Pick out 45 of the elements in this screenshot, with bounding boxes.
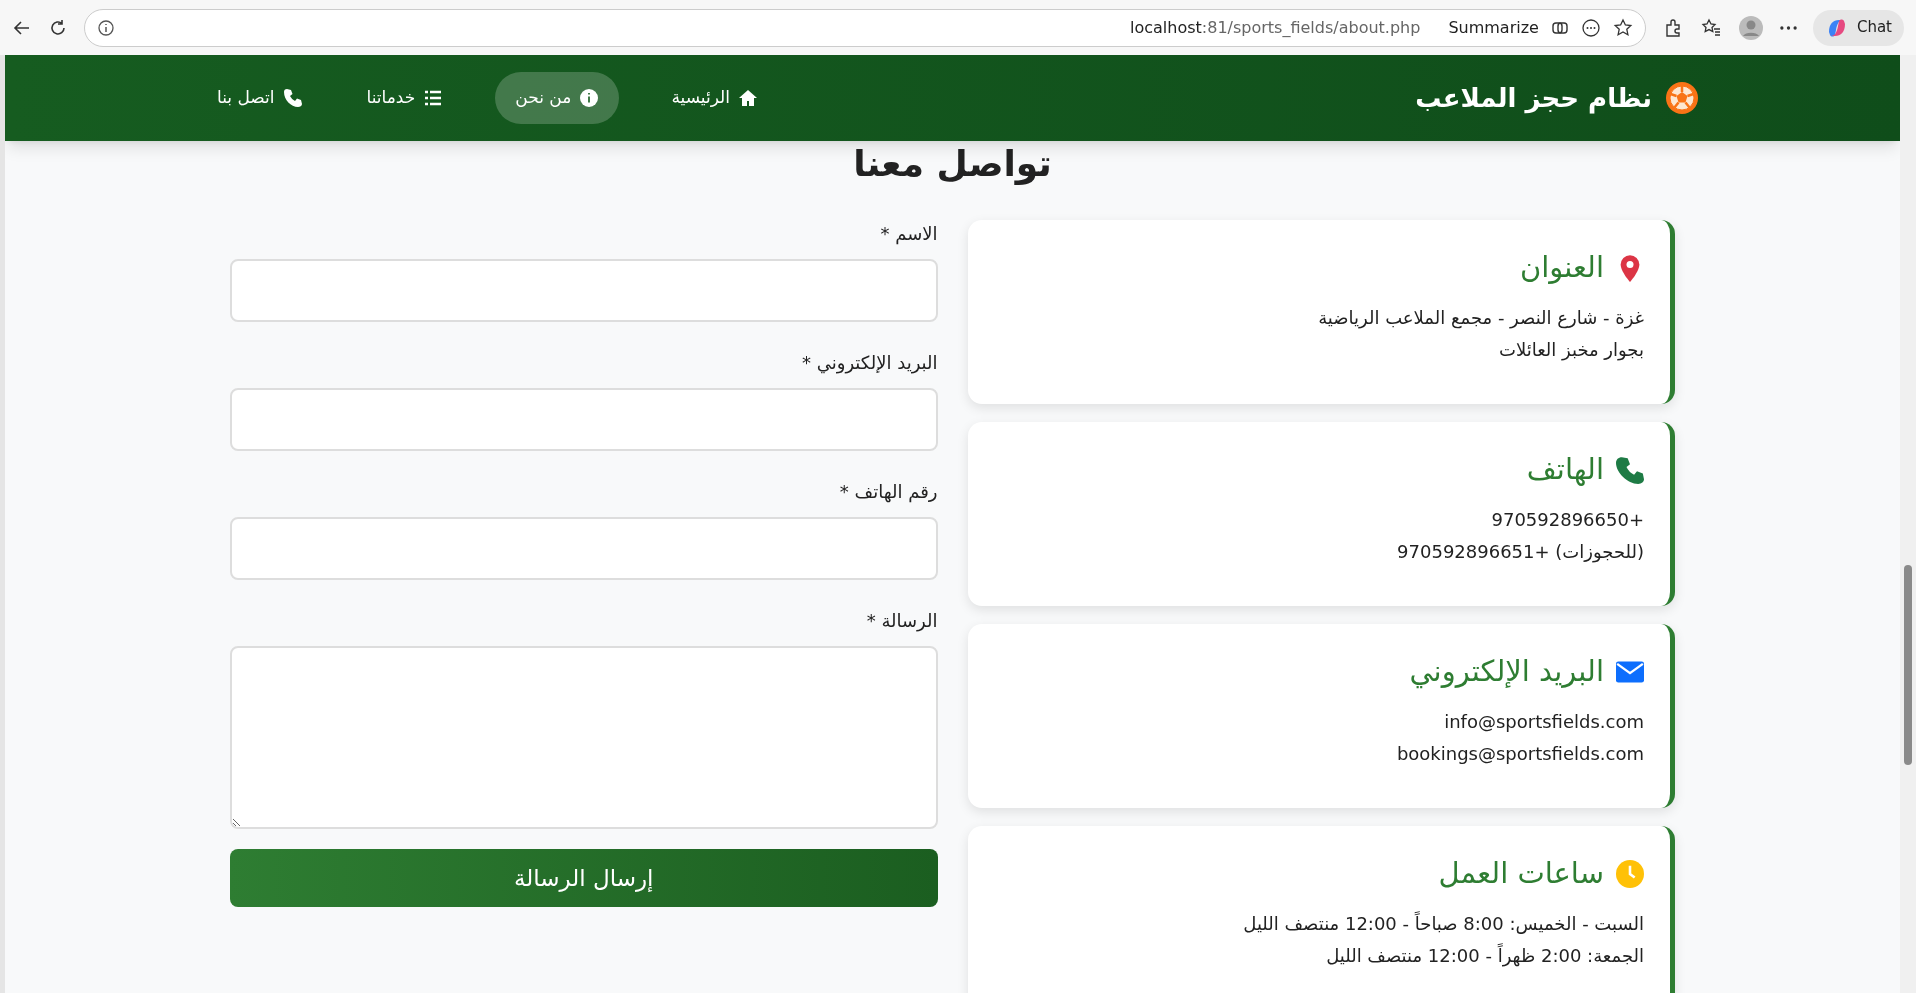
card-text: bookings@sportsfields.com (1396, 741, 1644, 766)
card-text: 970592896651+ (للحجوزات) (1397, 539, 1644, 565)
more-icon (1580, 17, 1601, 38)
reload-icon (48, 17, 68, 38)
scrollbar[interactable] (1900, 55, 1916, 993)
phone-icon (282, 88, 303, 108)
nav-link[interactable]: الرئيسية (659, 72, 770, 124)
url-text: localhost:81/sports_fields/about.php (1130, 16, 1421, 39)
phone-icon (1616, 455, 1644, 484)
nav-link[interactable]: اتصل بنا (205, 72, 315, 124)
input-field[interactable] (230, 388, 938, 451)
address-bar[interactable]: localhost:81/sports_fields/about.php Summarize (84, 8, 1646, 47)
card-text: غزة - شارع النصر - مجمع الملاعب الرياضية (1318, 305, 1644, 331)
list-icon (423, 88, 444, 108)
card-text: info@sportsfields.com (1444, 709, 1644, 734)
summarize-button[interactable]: Summarize (1448, 15, 1539, 40)
chat-button[interactable]: Chat (1812, 9, 1904, 46)
info-icon (97, 18, 115, 37)
input-field[interactable] (230, 517, 938, 580)
card-title: العنوان (1520, 249, 1604, 286)
nav-link[interactable]: خدماتنا (354, 72, 456, 124)
clock-icon (1616, 859, 1644, 888)
card-text: السبت - الخميس: 8:00 صباحاً - 12:00 منتصف الليل (1243, 910, 1644, 936)
home-icon (737, 88, 758, 108)
more-icon (1779, 25, 1797, 30)
card-title: البريد الإلكتروني (1409, 653, 1604, 691)
card-title: ساعات العمل (1438, 855, 1604, 892)
field-label: الاسم * (879, 222, 938, 247)
profile-icon (1737, 14, 1764, 41)
card-title: الهاتف (1526, 451, 1604, 488)
nav-link[interactable]: من نحن (495, 72, 620, 124)
card-text: بجوار مخبز العائلات (1498, 337, 1644, 363)
brand-title[interactable]: نظام حجز الملاعب (1415, 78, 1700, 118)
input-field[interactable] (230, 259, 938, 322)
info-icon (579, 88, 600, 108)
soccer-ball-icon (1664, 80, 1700, 116)
field-label: البريد الإلكتروني * (801, 351, 938, 376)
field-label: رقم الهاتف * (838, 480, 938, 505)
card-text: 970592896650+ (1491, 507, 1644, 532)
field-label: الرسالة * (865, 609, 938, 634)
submit-button[interactable]: إرسال الرسالة (230, 849, 938, 907)
card-text: الجمعة: 2:00 ظهراً - 12:00 منتصف الليل (1326, 942, 1644, 969)
message-field[interactable] (230, 646, 938, 829)
star-icon (1612, 17, 1633, 38)
page-heading: تواصل معنا (853, 142, 1052, 186)
